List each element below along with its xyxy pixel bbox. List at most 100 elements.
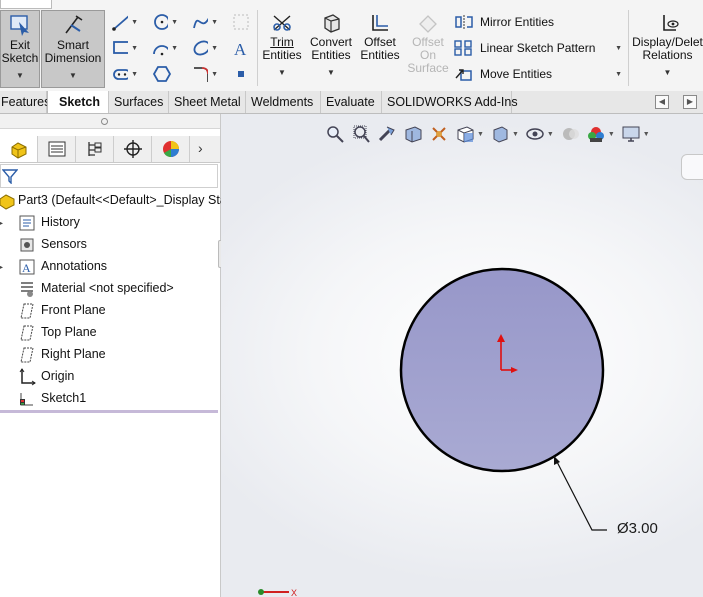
tab-display-manager[interactable] — [152, 136, 190, 162]
smart-dimension-button[interactable]: Smart Dimension ▼ — [41, 10, 105, 88]
tree-item-label: History — [41, 215, 80, 229]
offset-on-surface-button[interactable]: Offset On Surface — [406, 10, 450, 88]
splitter-dot-icon — [101, 118, 108, 125]
tab-scroll-right-icon[interactable]: ▶ — [683, 95, 697, 109]
tree-item-material[interactable]: Material <not specified> — [0, 278, 220, 300]
configuration-manager-icon — [87, 142, 101, 156]
tab-scroll-controls: ◀ ▶ — [655, 95, 697, 109]
crosshair-icon — [123, 140, 142, 158]
tree-item-label: Top Plane — [41, 325, 97, 339]
rollback-bar[interactable] — [0, 410, 218, 413]
offset-entities-icon — [372, 15, 388, 31]
tree-item-right-plane[interactable]: Right Plane — [0, 344, 220, 366]
plane-icon — [20, 325, 34, 341]
polygon-tool-button[interactable] — [152, 64, 178, 84]
display-relations-icon — [662, 15, 679, 31]
part-icon — [0, 194, 15, 210]
tree-item-label: Sketch1 — [41, 391, 87, 405]
tree-item-sensors[interactable]: Sensors — [0, 234, 220, 256]
quick-access-strip — [0, 0, 52, 9]
chevron-right-icon[interactable]: › — [198, 140, 203, 156]
tree-item-label: Material <not specified> — [41, 281, 174, 295]
dimension-arrow — [554, 456, 560, 465]
plane-icon — [20, 347, 34, 363]
tree-item-history[interactable]: ▸ History — [0, 212, 220, 234]
svg-text:A: A — [22, 261, 31, 275]
ellipse-tool-button[interactable]: ▼ — [192, 38, 218, 58]
offset-entities-button[interactable]: Offset Entities — [358, 10, 402, 88]
trim-entities-icon — [273, 15, 291, 31]
linear-pattern-icon — [454, 40, 472, 56]
tree-item-annotations[interactable]: ▸ A Annotations — [0, 256, 220, 278]
tab-features[interactable]: Features — [0, 91, 50, 113]
plane-icon — [20, 303, 34, 319]
ellipse-icon — [193, 40, 209, 56]
rectangle-icon — [113, 41, 129, 54]
arc-tool-button[interactable]: ▼ — [152, 38, 178, 58]
chevron-down-icon: ▼ — [615, 70, 622, 78]
linear-sketch-pattern-button[interactable]: Linear Sketch Pattern ▼ — [454, 37, 626, 59]
expand-arrow-icon[interactable]: ▸ — [0, 262, 3, 273]
spline-icon — [193, 17, 209, 29]
trim-entities-button[interactable]: Trim Entities ▼ — [261, 10, 303, 88]
tab-surfaces[interactable]: Surfaces — [109, 91, 169, 113]
tree-item-label: Sensors — [41, 237, 87, 251]
sketch-icon — [20, 393, 33, 406]
graphics-area[interactable]: ▼ ▼ ▼ ▼ ▼ X Ø3.00 — [221, 114, 703, 597]
sensors-icon — [20, 238, 34, 252]
line-tool-button[interactable]: ▼ — [112, 12, 138, 32]
tab-weldments[interactable]: Weldments — [246, 91, 321, 113]
dimension-leader-line[interactable] — [553, 455, 607, 531]
tab-configuration-manager[interactable] — [76, 136, 114, 162]
chevron-down-icon: ▼ — [615, 44, 622, 52]
mirror-entities-button[interactable]: Mirror Entities — [454, 11, 626, 33]
tab-scroll-left-icon[interactable]: ◀ — [655, 95, 669, 109]
exit-sketch-button[interactable]: Exit Sketch ▼ — [0, 10, 40, 88]
spline-tool-button[interactable]: ▼ — [192, 12, 218, 32]
circle-tool-button[interactable]: ▼ — [152, 12, 178, 32]
construction-geometry-icon — [233, 14, 249, 30]
tree-filter-bar[interactable] — [0, 164, 218, 188]
tab-dimxpert-manager[interactable] — [114, 136, 152, 162]
diameter-dimension-label[interactable]: Ø3.00 — [617, 520, 658, 537]
move-entities-button[interactable]: Move Entities ▼ — [454, 63, 626, 85]
tree-root-part[interactable]: Part3 (Default<<Default>_Display Sta — [0, 190, 227, 212]
panel-splitter[interactable] — [0, 114, 220, 129]
tab-solidworks-add-ins[interactable]: SOLIDWORKS Add-Ins — [382, 91, 518, 113]
tab-property-manager[interactable] — [38, 136, 76, 162]
tree-item-top-plane[interactable]: Top Plane — [0, 322, 220, 344]
history-icon — [19, 215, 35, 231]
triad-origin — [258, 589, 264, 595]
fillet-tool-button[interactable]: ▼ — [192, 64, 218, 84]
slot-tool-button[interactable]: ▼ — [112, 64, 138, 84]
tab-sketch[interactable]: Sketch — [47, 91, 109, 113]
feature-manager-icon — [11, 142, 26, 159]
chevron-down-icon: ▼ — [16, 71, 24, 80]
tree-item-origin[interactable]: Origin — [0, 366, 220, 388]
command-manager-tabs: Features Sketch Surfaces Sheet Metal Wel… — [0, 91, 703, 114]
tab-evaluate[interactable]: Evaluate — [321, 91, 382, 113]
construction-geometry-button[interactable] — [232, 12, 258, 32]
rectangle-tool-button[interactable]: ▼ — [112, 38, 138, 58]
chevron-down-icon: ▼ — [278, 68, 286, 77]
polygon-icon — [152, 66, 172, 82]
display-delete-relations-button[interactable]: Display/Delet Relations ▼ — [632, 10, 703, 88]
expand-arrow-icon[interactable]: ▸ — [0, 218, 3, 229]
tree-item-sketch1[interactable]: Sketch1 — [0, 388, 220, 410]
chevron-down-icon: ▼ — [69, 71, 77, 80]
ribbon-separator — [257, 10, 258, 86]
offset-on-surface-icon — [419, 15, 437, 33]
move-entities-label: Move Entities — [480, 67, 553, 81]
tree-item-label: Origin — [41, 369, 75, 383]
convert-entities-button[interactable]: Convert Entities ▼ — [308, 10, 354, 88]
triad-x-label: X — [291, 588, 297, 597]
tab-sheet-metal[interactable]: Sheet Metal — [169, 91, 246, 113]
tree-root-label: Part3 (Default<<Default>_Display Sta — [18, 193, 227, 207]
tab-feature-manager[interactable] — [0, 136, 38, 162]
command-manager-ribbon: Exit Sketch ▼ Smart Dimension ▼ ▼ ▼ ▼ ▼ … — [0, 0, 703, 92]
text-tool-button[interactable]: A — [232, 38, 258, 58]
text-icon: A — [234, 40, 247, 57]
tree-item-front-plane[interactable]: Front Plane — [0, 300, 220, 322]
svg-text:A: A — [234, 40, 247, 57]
chevron-down-icon: ▼ — [663, 68, 672, 77]
